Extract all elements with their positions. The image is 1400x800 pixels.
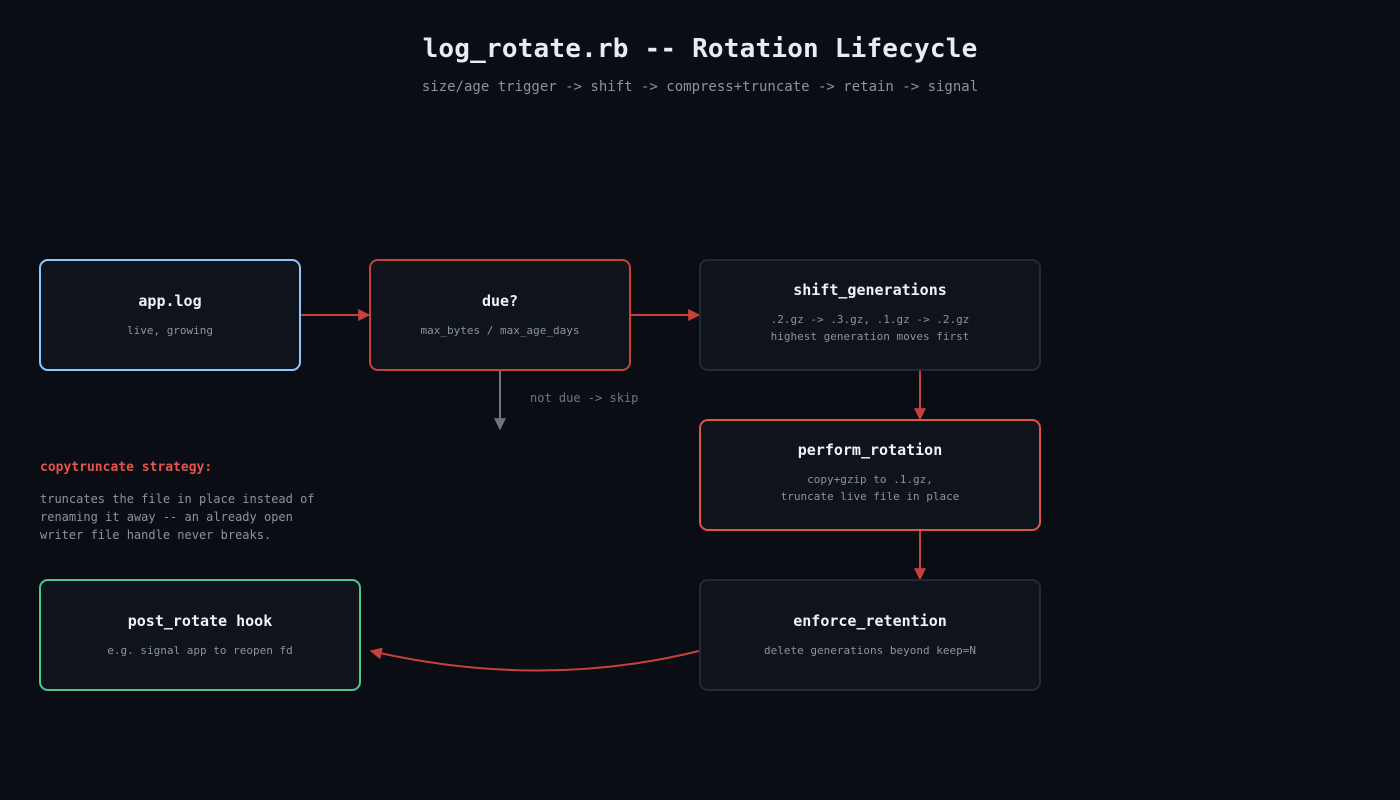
node-perform-line: copy+gzip to .1.gz, <box>807 473 933 486</box>
node-retain-subtitle: delete generations beyond keep=N <box>764 643 976 657</box>
node-shift-line: .2.gz -> .3.gz, .1.gz -> .2.gz <box>770 313 970 326</box>
node-due-subtitle: max_bytes / max_age_days <box>420 323 580 337</box>
note-body: truncates the file in place instead of r… <box>40 490 315 544</box>
edge-retain-to-hook <box>369 647 700 672</box>
node-enforce-retention: enforce_retention delete generations bey… <box>699 579 1041 691</box>
node-shift-title: shift_generations <box>793 281 947 299</box>
node-retain-title: enforce_retention <box>793 611 947 630</box>
node-shift-line: highest generation moves first <box>770 330 970 343</box>
node-perform-line: truncate live file in place <box>780 490 960 503</box>
note-line: writer file handle never breaks. <box>40 528 272 542</box>
node-perform-details: copy+gzip to .1.gz, truncate live file i… <box>781 471 960 505</box>
node-due-decision: due? max_bytes / max_age_days <box>369 259 631 371</box>
note-line: renaming it away -- an already open <box>40 510 293 524</box>
node-perform-title: perform_rotation <box>797 441 943 459</box>
edge-skip-label: not due -> skip <box>530 391 639 405</box>
note-title: copytruncate strategy: <box>40 460 213 475</box>
node-app-log: app.log live, growing <box>39 259 301 371</box>
node-due-title: due? <box>481 291 519 310</box>
node-shift-generations: shift_generations .2.gz -> .3.gz, .1.gz … <box>699 259 1041 371</box>
node-app-log-title: app.log <box>138 291 202 310</box>
note-line: truncates the file in place instead of <box>40 492 315 506</box>
node-post-rotate-hook: post_rotate hook e.g. signal app to reop… <box>39 579 361 691</box>
node-app-log-subtitle: live, growing <box>126 323 214 337</box>
node-perform-rotation: perform_rotation copy+gzip to .1.gz, tru… <box>699 419 1041 531</box>
node-shift-details: .2.gz -> .3.gz, .1.gz -> .2.gz highest g… <box>771 311 970 345</box>
node-hook-subtitle: e.g. signal app to reopen fd <box>107 643 293 657</box>
node-hook-title: post_rotate hook <box>127 611 273 630</box>
